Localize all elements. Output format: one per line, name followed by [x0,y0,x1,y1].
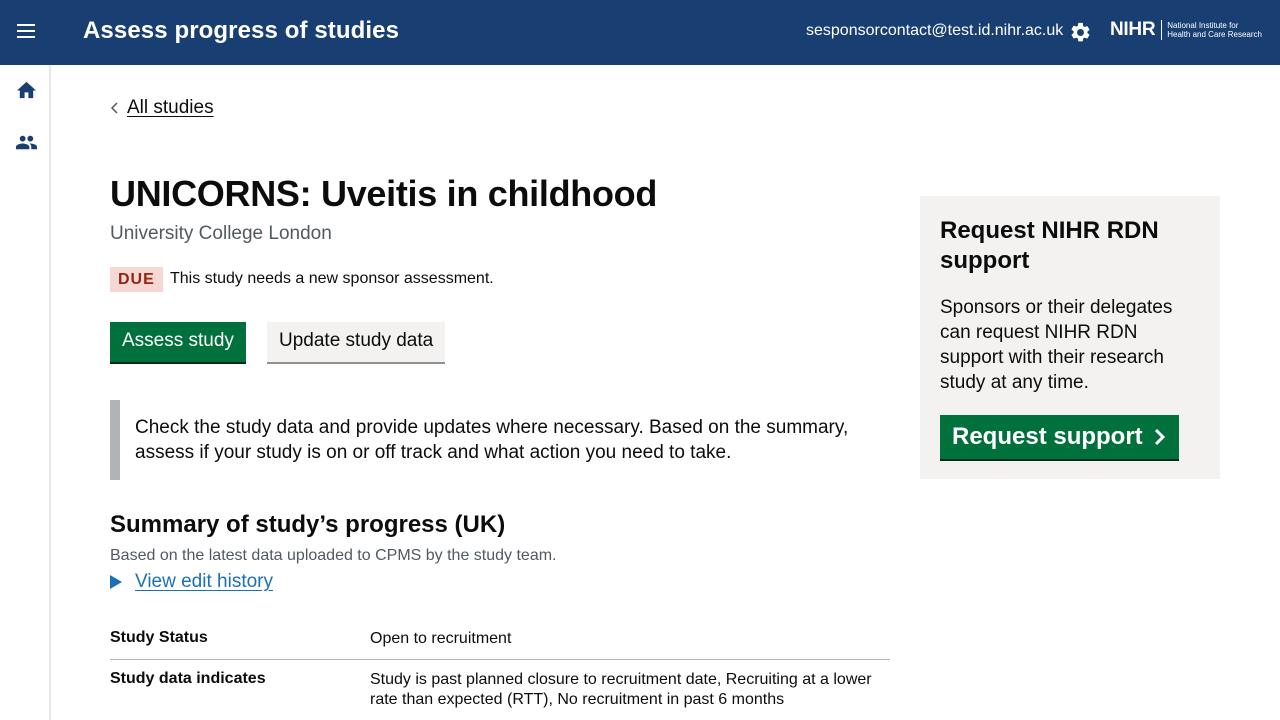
request-support-panel: Request NIHR RDN support Sponsors or the… [920,196,1220,479]
logo-word: NIHR [1110,19,1156,40]
page-title: UNICORNS: Uveitis in childhood [110,173,658,214]
breadcrumb: All studies [110,97,214,119]
home-icon[interactable] [15,79,38,102]
summary-row-value: Study is past planned closure to recruit… [370,671,872,708]
summary-row-key: Study Status [110,629,208,646]
panel-heading: Request NIHR RDN support [940,217,1159,274]
status-badge: DUE [110,267,163,292]
sidebar [0,65,51,720]
logo-divider [1161,20,1163,40]
summary-row: Study Status Open to recruitment [110,629,890,660]
update-study-data-button[interactable]: Update study data [267,322,446,362]
user-email: sesponsorcontact@test.id.nihr.ac.uk [806,22,1064,39]
status-message: This study needs a new sponsor assessmen… [170,270,494,287]
back-link-all-studies[interactable]: All studies [127,97,214,119]
disclosure-triangle-icon[interactable] [110,575,122,589]
view-edit-history-link[interactable]: View edit history [135,571,273,593]
panel-body: Sponsors or their delegates can request … [940,297,1173,393]
chevron-left-icon [110,102,118,114]
logo-subtitle: National Institute for Health and Care R… [1167,21,1262,39]
organisation-name: University College London [110,223,332,244]
summary-row-value: Open to recruitment [370,630,512,647]
summary-subtext: Based on the latest data uploaded to CPM… [110,547,557,564]
request-support-button[interactable]: Request support [940,415,1179,459]
assess-study-button[interactable]: Assess study [110,322,246,362]
request-support-label: Request support [952,423,1143,450]
summary-row-key: Study data indicates [110,670,266,687]
app-title[interactable]: Assess progress of studies [83,17,399,45]
gear-icon[interactable] [1069,21,1092,44]
edit-history-details[interactable]: View edit history [110,571,273,593]
summary-heading: Summary of study’s progress (UK) [110,511,506,538]
users-icon[interactable] [15,131,38,154]
inset-text: Check the study data and provide updates… [110,400,870,480]
chevron-right-icon [1154,428,1165,446]
hamburger-menu-icon[interactable] [16,24,38,42]
nihr-logo[interactable]: NIHR National Institute for Health and C… [1110,19,1263,41]
top-header: Assess progress of studies sesponsorcont… [0,0,1280,65]
